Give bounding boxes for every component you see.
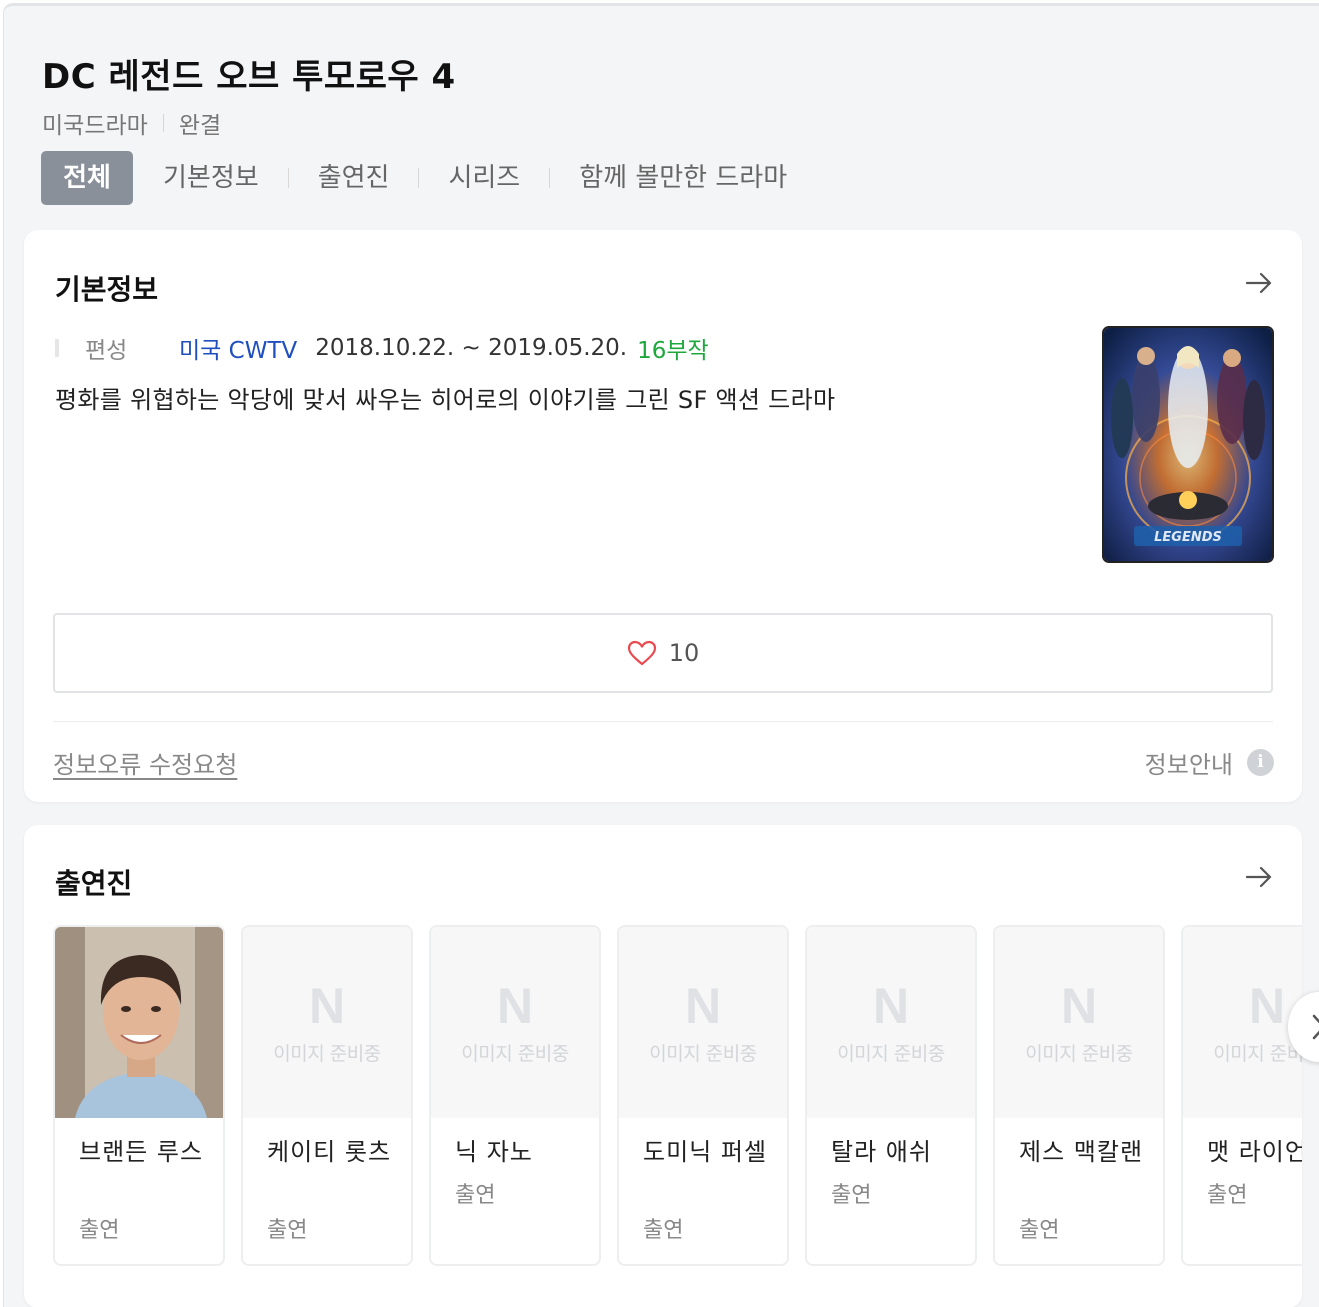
cast-card-item[interactable]: N 이미지 준비중 맷 라이언 출연 <box>1181 925 1302 1266</box>
naver-logo-icon: N <box>872 978 910 1034</box>
broadcast-label: 편성 <box>85 338 128 364</box>
tab-divider <box>549 168 551 188</box>
cast-name: 탈라 애쉬 <box>831 1138 932 1166</box>
actor-portrait <box>55 927 223 1118</box>
tab-basic-info[interactable]: 기본정보 <box>163 151 259 205</box>
cast-name: 닉 자노 <box>455 1138 533 1166</box>
cast-role: 출연 <box>79 1218 120 1243</box>
tab-divider <box>287 168 289 188</box>
air-dates: 2018.10.22. ~ 2019.05.20. <box>315 335 628 361</box>
placeholder-text: 이미지 준비중 <box>837 1043 945 1065</box>
image-placeholder: N 이미지 준비중 <box>243 927 411 1118</box>
category-label: 미국드라마 <box>42 113 148 139</box>
tab-related-dramas[interactable]: 함께 볼만한 드라마 <box>579 151 787 205</box>
cast-role: 출연 <box>267 1218 308 1243</box>
image-placeholder: N 이미지 준비중 <box>1183 927 1302 1118</box>
svg-text:LEGENDS: LEGENDS <box>1154 530 1222 545</box>
tab-bar: 전체 기본정보 출연진 시리즈 함께 볼만한 드라마 <box>41 151 787 205</box>
info-guide-label: 정보안내 <box>1144 751 1233 779</box>
basic-info-card: 기본정보 편성 미국 CWTV 2018.10.22. ~ 2019.05.20… <box>24 230 1302 802</box>
naver-logo-icon: N <box>1060 978 1098 1034</box>
info-guide-button[interactable]: 정보안내 i <box>1145 745 1274 780</box>
naver-logo-icon: N <box>496 978 534 1034</box>
cast-role: 출연 <box>1207 1183 1248 1208</box>
naver-logo-icon: N <box>308 978 346 1034</box>
image-placeholder: N 이미지 준비중 <box>807 927 975 1118</box>
poster-art: LEGENDS <box>1104 328 1272 561</box>
arrow-right-icon[interactable] <box>1244 862 1274 892</box>
placeholder-text: 이미지 준비중 <box>649 1043 757 1065</box>
placeholder-text: 이미지 준비중 <box>273 1043 381 1065</box>
basic-info-title: 기본정보 <box>55 273 159 306</box>
cast-list: 브랜든 루스 출연 N 이미지 준비중 케이티 롯츠 출연 N 이미지 준비중 … <box>53 925 1302 1266</box>
cast-card-item[interactable]: N 이미지 준비중 닉 자노 출연 <box>429 925 601 1266</box>
meta-divider <box>162 114 164 132</box>
naver-logo-icon: N <box>1248 978 1286 1034</box>
meta-line: 미국드라마 완결 <box>42 106 221 140</box>
page-title: DC 레전드 오브 투모로우 4 <box>42 57 456 97</box>
like-count: 10 <box>668 639 700 667</box>
placeholder-text: 이미지 준비중 <box>1025 1043 1133 1065</box>
cast-name: 제스 맥칼랜 <box>1019 1138 1144 1166</box>
image-placeholder: N 이미지 준비중 <box>431 927 599 1118</box>
cast-card: 출연진 브랜든 루스 출연 N 이미지 준비중 케이티 롯츠 출연 N 이미지 … <box>24 825 1302 1307</box>
info-icon: i <box>1247 749 1274 776</box>
cast-role: 출연 <box>1019 1218 1060 1243</box>
cast-card-item[interactable]: 브랜든 루스 출연 <box>53 925 225 1266</box>
cast-next-button[interactable] <box>1288 992 1319 1062</box>
tab-all[interactable]: 전체 <box>41 151 133 205</box>
cast-role: 출연 <box>831 1183 872 1208</box>
heart-icon <box>627 640 656 666</box>
report-error-link[interactable]: 정보오류 수정요청 <box>53 745 237 780</box>
cast-card-item[interactable]: N 이미지 준비중 제스 맥칼랜 출연 <box>993 925 1165 1266</box>
episode-count: 16부작 <box>637 338 709 364</box>
tab-divider <box>418 168 420 188</box>
tab-cast[interactable]: 출연진 <box>318 151 390 205</box>
chevron-right-icon <box>1312 1014 1319 1040</box>
cast-name: 맷 라이언 <box>1207 1138 1302 1166</box>
cast-name: 도미닉 퍼셀 <box>643 1138 768 1166</box>
cast-card-item[interactable]: N 이미지 준비중 케이티 롯츠 출연 <box>241 925 413 1266</box>
cast-card-item[interactable]: N 이미지 준비중 도미닉 퍼셀 출연 <box>617 925 789 1266</box>
broadcast-info-row: 편성 미국 CWTV 2018.10.22. ~ 2019.05.20. 16부… <box>55 330 709 366</box>
cast-role: 출연 <box>455 1183 496 1208</box>
section-divider <box>53 721 1273 722</box>
arrow-right-icon[interactable] <box>1244 268 1274 298</box>
cast-name: 케이티 롯츠 <box>267 1138 392 1166</box>
channel-link[interactable]: 미국 CWTV <box>179 331 297 365</box>
cast-title: 출연진 <box>55 867 133 900</box>
image-placeholder: N 이미지 준비중 <box>619 927 787 1118</box>
cast-photo <box>55 927 223 1118</box>
cast-card-item[interactable]: N 이미지 준비중 탈라 애쉬 출연 <box>805 925 977 1266</box>
page-frame: DC 레전드 오브 투모로우 4 미국드라마 완결 전체 기본정보 출연진 시리… <box>3 3 1319 1307</box>
naver-logo-icon: N <box>684 978 722 1034</box>
placeholder-text: 이미지 준비중 <box>461 1043 569 1065</box>
synopsis: 평화를 위협하는 악당에 맞서 싸우는 히어로의 이야기를 그린 SF 액션 드… <box>55 386 836 414</box>
tab-series[interactable]: 시리즈 <box>448 151 520 205</box>
row-marker <box>55 339 59 357</box>
placeholder-text: 이미지 준비중 <box>1213 1043 1302 1065</box>
cast-name: 브랜든 루스 <box>79 1138 204 1166</box>
image-placeholder: N 이미지 준비중 <box>995 927 1163 1118</box>
cast-role: 출연 <box>643 1218 684 1243</box>
poster-image[interactable]: LEGENDS <box>1102 326 1274 563</box>
status-label: 완결 <box>178 113 222 139</box>
like-button[interactable]: 10 <box>53 613 1273 693</box>
